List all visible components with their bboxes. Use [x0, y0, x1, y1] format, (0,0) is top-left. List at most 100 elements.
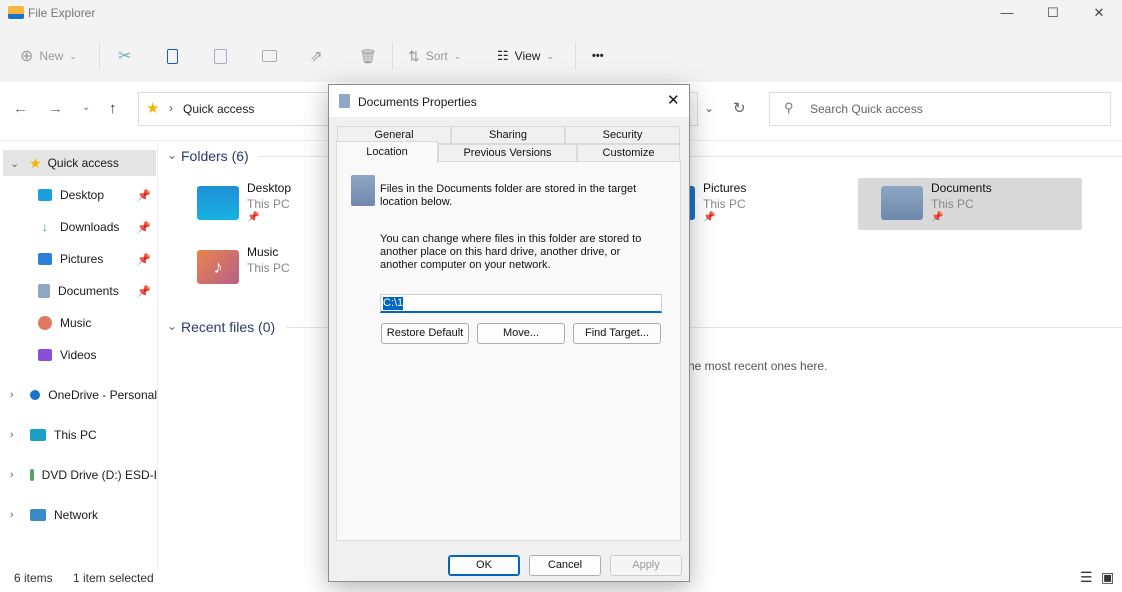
pin-icon: 📌 — [137, 253, 151, 266]
pin-icon: 📌 — [137, 221, 151, 234]
details-view-icon[interactable]: ☰ — [1080, 569, 1093, 586]
videos-icon — [38, 349, 52, 361]
apply-button[interactable]: Apply — [610, 555, 682, 576]
chevron-right-icon: › — [10, 429, 14, 441]
chevron-down-icon[interactable]: ⌄ — [167, 148, 177, 162]
folder-tile-documents[interactable]: Documents This PC 📌 — [858, 178, 1082, 230]
more-options-button[interactable]: ••• — [592, 44, 604, 68]
folders-header[interactable]: Folders (6) — [181, 148, 249, 164]
sidebar-item-network[interactable]: › Network — [0, 502, 157, 528]
network-icon — [30, 509, 46, 521]
location-path-input[interactable]: C:\1 — [380, 294, 662, 313]
recent-files-header[interactable]: Recent files (0) — [181, 319, 275, 335]
sidebar-item-videos[interactable]: Videos — [0, 342, 157, 368]
plus-icon: ⊕ — [20, 48, 34, 65]
sidebar-label: DVD Drive (D:) ESD-I — [41, 468, 157, 482]
search-placeholder: Search Quick access — [810, 102, 923, 116]
view-icon: ☷ — [497, 48, 509, 63]
tab-previous-versions[interactable]: Previous Versions — [438, 144, 577, 162]
up-button[interactable]: ↑ — [109, 100, 117, 117]
folder-name: Music — [247, 245, 279, 259]
pin-icon: 📌 — [931, 212, 944, 223]
tab-sharing[interactable]: Sharing — [451, 126, 565, 144]
sidebar-item-desktop[interactable]: Desktop 📌 — [0, 182, 157, 208]
documents-folder-icon — [881, 186, 923, 220]
music-folder-icon: ♪ — [197, 250, 239, 284]
sidebar-label: Network — [54, 508, 99, 522]
sidebar-item-this-pc[interactable]: › This PC — [0, 422, 157, 448]
pin-icon: 📌 — [137, 189, 151, 202]
chevron-down-icon: ⌄ — [453, 50, 462, 61]
search-icon: ⚲ — [784, 100, 794, 115]
rename-icon[interactable] — [262, 44, 277, 68]
divider — [99, 42, 100, 70]
sidebar-label: Pictures — [60, 252, 104, 266]
explain-text: You can change where files in this folde… — [380, 233, 642, 271]
folder-location: This PC — [247, 197, 290, 211]
documents-icon — [339, 94, 350, 108]
tiles-view-icon[interactable]: ▣ — [1101, 569, 1114, 586]
cut-icon[interactable]: ✂ — [118, 44, 131, 68]
chevron-right-icon: › — [10, 509, 14, 521]
chevron-down-icon[interactable]: ⌄ — [167, 319, 177, 333]
find-target-button[interactable]: Find Target... — [573, 323, 661, 344]
share-icon[interactable]: ⇗ — [310, 44, 323, 68]
pictures-icon — [38, 253, 52, 265]
cancel-button[interactable]: Cancel — [529, 555, 601, 576]
minimize-button[interactable]: — — [984, 0, 1030, 26]
chevron-down-icon: ⌄ — [546, 50, 554, 61]
paste-icon[interactable] — [214, 44, 227, 68]
sort-button[interactable]: ⇅ Sort ⌄ — [408, 44, 461, 68]
sidebar-label: OneDrive - Personal — [48, 388, 157, 402]
move-button[interactable]: Move... — [477, 323, 565, 344]
maximize-button[interactable]: ☐ — [1030, 0, 1076, 26]
restore-default-button[interactable]: Restore Default — [381, 323, 469, 344]
sidebar-item-documents[interactable]: Documents 📌 — [0, 278, 157, 304]
sidebar-item-downloads[interactable]: ↓ Downloads 📌 — [0, 214, 157, 240]
item-count: 6 items — [14, 571, 53, 585]
sidebar-label: Documents — [58, 284, 119, 298]
refresh-button[interactable]: ↻ — [733, 99, 746, 117]
dialog-close-button[interactable]: ✕ — [667, 91, 680, 109]
navigation-pane: ⌄ ★ Quick access Desktop 📌 ↓ Downloads 📌 Pict… — [0, 141, 158, 568]
divider — [392, 42, 393, 70]
back-button[interactable]: ← — [13, 100, 28, 117]
new-button[interactable]: ⊕ New ⌄ — [20, 44, 77, 68]
sidebar-item-dvd-drive[interactable]: › DVD Drive (D:) ESD-I — [0, 462, 157, 488]
recent-empty-message: he most recent ones here. — [688, 359, 828, 373]
address-dropdown-icon[interactable]: ⌄ — [704, 101, 714, 115]
delete-icon[interactable]: 🗑 — [359, 44, 377, 68]
sidebar-label: Music — [60, 316, 92, 330]
recent-locations-button[interactable]: ⌄ — [82, 102, 90, 113]
sidebar-item-quick-access[interactable]: ⌄ ★ Quick access — [3, 150, 156, 176]
chevron-down-icon: ⌄ — [69, 50, 77, 61]
tab-security[interactable]: Security — [565, 126, 680, 144]
sidebar-label: Videos — [60, 348, 97, 362]
tab-customize[interactable]: Customize — [577, 144, 680, 162]
selection-count: 1 item selected — [73, 571, 154, 585]
view-label: View — [514, 49, 541, 63]
sidebar-label: Downloads — [60, 220, 120, 234]
search-box[interactable]: ⚲ Search Quick access — [769, 92, 1111, 126]
folder-location: This PC — [703, 197, 746, 211]
copy-icon[interactable] — [167, 44, 178, 68]
documents-icon — [351, 175, 375, 206]
pin-icon: 📌 — [247, 212, 260, 223]
view-button[interactable]: ☷ View ⌄ — [497, 44, 554, 68]
desktop-icon — [38, 189, 52, 201]
address-path: Quick access — [183, 102, 255, 116]
forward-button[interactable]: → — [48, 100, 63, 117]
sidebar-item-pictures[interactable]: Pictures 📌 — [0, 246, 157, 272]
chevron-down-icon: ⌄ — [10, 157, 20, 170]
ok-button[interactable]: OK — [448, 555, 520, 576]
sidebar-item-onedrive[interactable]: › OneDrive - Personal — [0, 382, 157, 408]
desktop-folder-icon — [197, 186, 239, 220]
documents-icon — [38, 284, 50, 298]
chevron-right-icon: › — [10, 389, 14, 401]
sidebar-item-music[interactable]: Music — [0, 310, 157, 336]
title-bar: File Explorer — ☐ ✕ ⊕ New ⌄ ✂ ⇗ 🗑 ⇅ Sort ⌄ ☷… — [0, 0, 1122, 82]
tab-location[interactable]: Location — [336, 141, 438, 163]
chevron-right-icon: › — [10, 469, 14, 481]
documents-properties-dialog: Documents Properties ✕ General Sharing S… — [328, 84, 690, 582]
close-button[interactable]: ✕ — [1076, 0, 1122, 26]
